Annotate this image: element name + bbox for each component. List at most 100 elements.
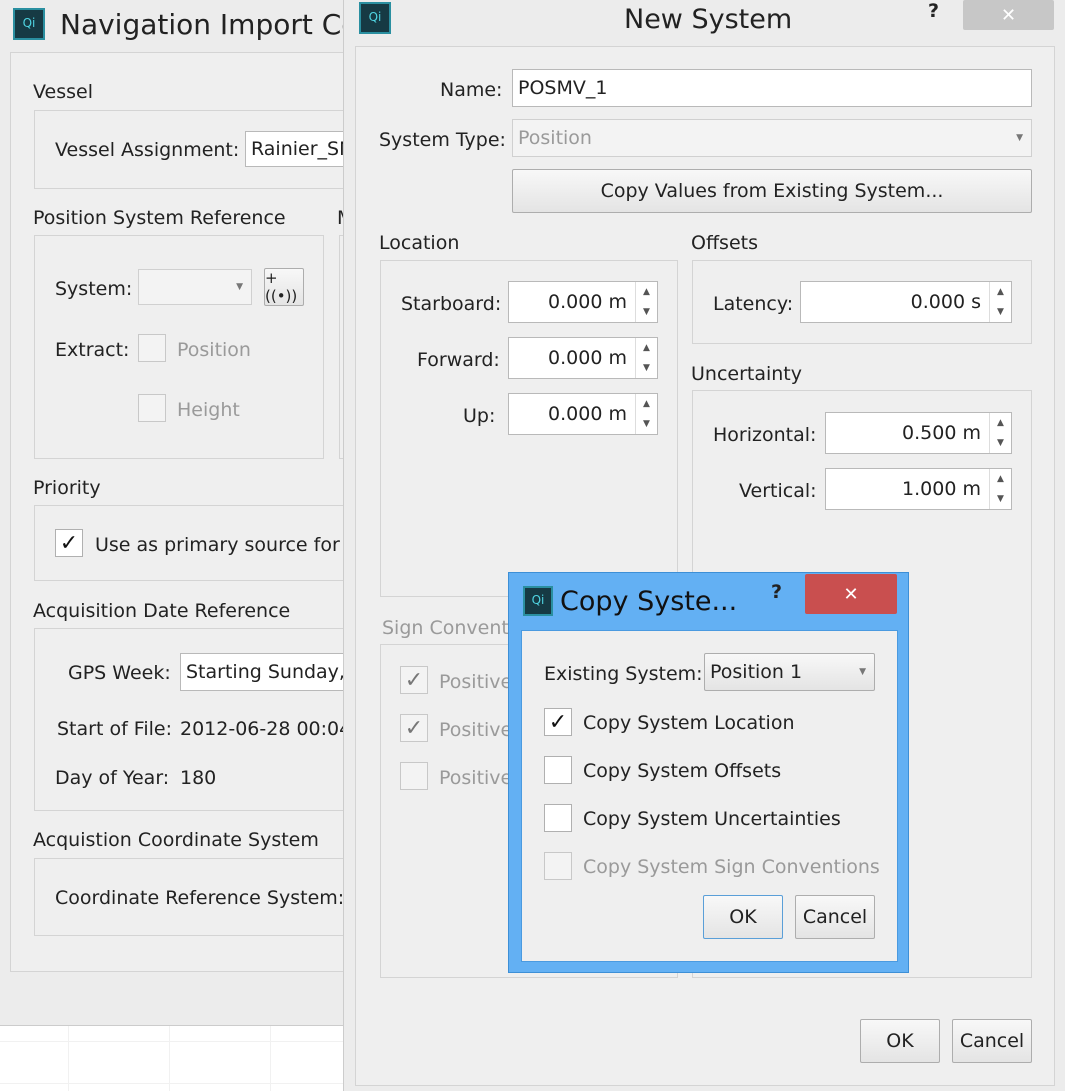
starboard-value: 0.000 m xyxy=(548,291,627,313)
copy-uncertainties-label: Copy System Uncertainties xyxy=(583,808,841,830)
name-label: Name: xyxy=(440,79,503,101)
start-of-file-label: Start of File: xyxy=(57,718,173,740)
system-type-value: Position xyxy=(518,127,592,149)
background-grid xyxy=(0,1025,344,1091)
help-button[interactable]: ? xyxy=(928,0,939,22)
chevron-down-icon: ▼ xyxy=(236,282,243,292)
sign-checkbox-3[interactable] xyxy=(400,762,428,790)
dialog-content: Existing System: Position 1 ▼ ✓ Copy Syst… xyxy=(521,630,898,962)
primary-source-label: Use as primary source for a xyxy=(95,534,358,556)
system-type-label: System Type: xyxy=(379,129,506,151)
copy-sign-conventions-checkbox[interactable] xyxy=(544,852,572,880)
horizontal-spinbox[interactable]: 0.500 m ▲ ▼ xyxy=(825,412,1012,454)
location-group: Starboard: 0.000 m ▲ ▼ Forward: 0.000 m ▲ ▼ … xyxy=(380,260,678,597)
close-button[interactable]: ✕ xyxy=(805,574,897,614)
position-checkbox[interactable] xyxy=(138,334,166,362)
spin-arrows-icon[interactable]: ▲ ▼ xyxy=(989,282,1011,322)
copy-offsets-label: Copy System Offsets xyxy=(583,760,782,782)
forward-label: Forward: xyxy=(417,349,500,371)
app-logo-icon: Qi xyxy=(359,2,391,34)
position-system-group: System: ▼ +((•)) Extract: Position Heigh… xyxy=(34,235,324,459)
new-system-button[interactable]: +((•)) xyxy=(264,268,304,306)
window-title: Navigation Import Co xyxy=(60,8,359,41)
starboard-spinbox[interactable]: 0.000 m ▲ ▼ xyxy=(508,281,658,323)
day-of-year-value: 180 xyxy=(180,767,217,789)
vertical-spinbox[interactable]: 1.000 m ▲ ▼ xyxy=(825,468,1012,510)
copy-values-button[interactable]: Copy Values from Existing System... xyxy=(512,169,1032,213)
sign-checkbox-2[interactable]: ✓ xyxy=(400,714,428,742)
chevron-down-icon: ▼ xyxy=(1016,133,1023,143)
copy-sign-conventions-label: Copy System Sign Conventions xyxy=(583,856,880,878)
existing-system-combo[interactable]: Position 1 ▼ xyxy=(704,653,875,691)
primary-source-checkbox[interactable]: ✓ xyxy=(55,529,83,557)
day-of-year-label: Day of Year: xyxy=(55,767,170,789)
copy-location-label: Copy System Location xyxy=(583,712,795,734)
latency-value: 0.000 s xyxy=(910,291,981,313)
system-type-combo[interactable]: Position ▼ xyxy=(512,119,1032,157)
spin-arrows-icon[interactable]: ▲ ▼ xyxy=(989,469,1011,509)
forward-spinbox[interactable]: 0.000 m ▲ ▼ xyxy=(508,337,658,379)
vessel-heading: Vessel xyxy=(33,81,93,103)
vessel-group: Vessel Assignment: Rainier_SN xyxy=(34,110,365,189)
priority-heading: Priority xyxy=(33,477,101,499)
name-input[interactable]: POSMV_1 xyxy=(512,69,1032,107)
priority-group: ✓ Use as primary source for a xyxy=(34,505,358,581)
ok-button[interactable]: OK xyxy=(860,1019,940,1063)
forward-value: 0.000 m xyxy=(548,347,627,369)
latency-spinbox[interactable]: 0.000 s ▲ ▼ xyxy=(800,281,1012,323)
close-button[interactable]: ✕ xyxy=(963,0,1054,30)
up-label: Up: xyxy=(463,405,496,427)
spin-arrows-icon[interactable]: ▲ ▼ xyxy=(635,338,657,378)
system-combo[interactable]: ▼ xyxy=(138,269,252,305)
sign-label-2: Positive xyxy=(439,719,513,741)
offsets-heading: Offsets xyxy=(691,232,758,254)
app-logo-icon: Qi xyxy=(523,586,553,616)
coordinate-group: Coordinate Reference System: xyxy=(34,858,354,936)
system-label: System: xyxy=(55,278,133,300)
gps-week-label: GPS Week: xyxy=(68,662,171,684)
date-heading: Acquisition Date Reference xyxy=(33,600,291,622)
sign-checkbox-1[interactable]: ✓ xyxy=(400,666,428,694)
horizontal-label: Horizontal: xyxy=(713,424,817,446)
starboard-label: Starboard: xyxy=(401,293,502,315)
height-checkbox-label: Height xyxy=(177,399,240,421)
dialog-cancel-button[interactable]: Cancel xyxy=(795,895,875,939)
up-spinbox[interactable]: 0.000 m ▲ ▼ xyxy=(508,393,658,435)
up-value: 0.000 m xyxy=(548,403,627,425)
sign-label-3: Positive xyxy=(439,767,513,789)
position-system-heading: Position System Reference xyxy=(33,207,286,229)
date-group: GPS Week: Starting Sunday, 2 Start of Fi… xyxy=(34,628,360,811)
position-checkbox-label: Position xyxy=(177,339,251,361)
gps-week-combo[interactable]: Starting Sunday, 2 xyxy=(180,653,360,691)
spin-arrows-icon[interactable]: ▲ ▼ xyxy=(635,282,657,322)
help-button[interactable]: ? xyxy=(771,581,782,603)
cancel-button[interactable]: Cancel xyxy=(952,1019,1032,1063)
offsets-group: Latency: 0.000 s ▲ ▼ xyxy=(692,260,1032,344)
location-heading: Location xyxy=(379,232,460,254)
extract-label: Extract: xyxy=(55,339,130,361)
uncertainty-heading: Uncertainty xyxy=(691,363,803,385)
existing-system-value: Position 1 xyxy=(710,661,803,683)
vertical-value: 1.000 m xyxy=(902,478,981,500)
copy-uncertainties-checkbox[interactable] xyxy=(544,804,572,832)
latency-label: Latency: xyxy=(713,293,794,315)
navigation-import-window: Qi Navigation Import Co Vessel Vessel As… xyxy=(0,0,365,1026)
copy-offsets-checkbox[interactable] xyxy=(544,756,572,784)
vertical-label: Vertical: xyxy=(739,480,817,502)
app-logo-icon: Qi xyxy=(13,8,45,40)
dialog-title: Copy Syste... xyxy=(560,586,738,617)
copy-location-checkbox[interactable]: ✓ xyxy=(544,708,572,736)
dialog-ok-button[interactable]: OK xyxy=(703,895,783,939)
spin-arrows-icon[interactable]: ▲ ▼ xyxy=(989,413,1011,453)
add-antenna-icon: +((•)) xyxy=(265,269,298,305)
existing-system-label: Existing System: xyxy=(544,663,703,685)
vessel-assignment-label: Vessel Assignment: xyxy=(55,139,240,161)
height-checkbox[interactable] xyxy=(138,394,166,422)
coordinate-heading: Acquistion Coordinate System xyxy=(33,829,319,851)
copy-system-dialog: Qi Copy Syste... ? ✕ Existing System: Po… xyxy=(508,572,909,973)
spin-arrows-icon[interactable]: ▲ ▼ xyxy=(635,394,657,434)
crs-label: Coordinate Reference System: xyxy=(55,887,345,909)
horizontal-value: 0.500 m xyxy=(902,422,981,444)
window-title: New System xyxy=(624,4,793,35)
start-of-file-value: 2012-06-28 00:04: xyxy=(180,718,358,740)
